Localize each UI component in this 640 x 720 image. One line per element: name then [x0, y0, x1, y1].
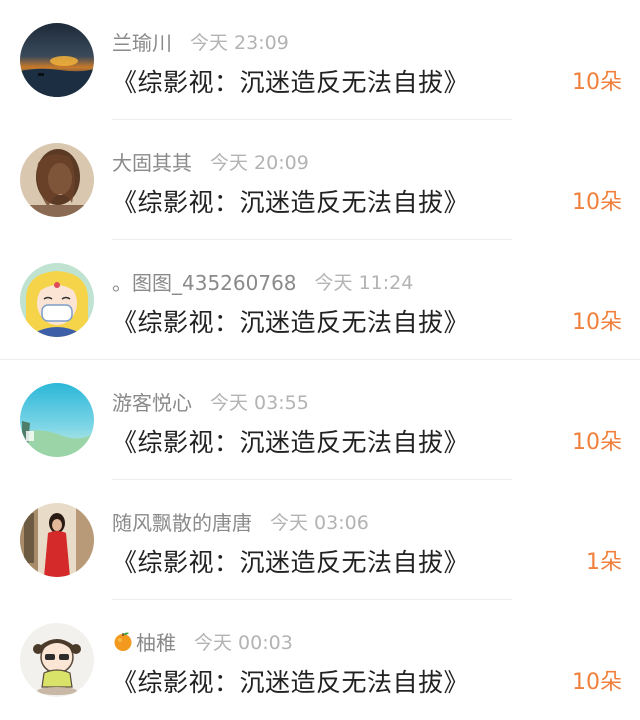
avatar[interactable] [20, 383, 94, 457]
timestamp: 今天 03:06 [270, 511, 369, 534]
list-item[interactable]: 柚稚 今天 00:03 《综影视：沉迷造反无法自拔》 10朵 [0, 600, 640, 720]
comment-header: 随风飘散的唐唐 今天 03:06 [112, 507, 369, 536]
list-item[interactable]: 兰瑜川 今天 23:09 《综影视：沉迷造反无法自拔》 10朵 [0, 0, 640, 120]
book-title[interactable]: 《综影视：沉迷造反无法自拔》 [112, 63, 469, 99]
avatar[interactable] [20, 263, 94, 337]
flower-count: 10朵 [572, 670, 622, 695]
flower-count: 10朵 [572, 310, 622, 335]
list-item[interactable]: 游客悦心 今天 03:55 《综影视：沉迷造反无法自拔》 10朵 [0, 360, 640, 480]
username[interactable]: 大固其其 [112, 147, 192, 176]
timestamp: 今天 11:24 [314, 271, 414, 294]
username[interactable]: 随风飘散的唐唐 [112, 507, 252, 536]
username[interactable]: 游客悦心 [112, 387, 192, 416]
comment-header: 游客悦心 今天 03:55 [112, 387, 309, 416]
comment-header: 柚稚 今天 00:03 [112, 627, 293, 656]
comment-header: 。图图_435260768 今天 11:24 [112, 267, 414, 296]
list-item[interactable]: 大固其其 今天 20:09 《综影视：沉迷造反无法自拔》 10朵 [0, 120, 640, 240]
avatar[interactable] [20, 23, 94, 97]
flower-count: 10朵 [572, 190, 622, 215]
book-title[interactable]: 《综影视：沉迷造反无法自拔》 [112, 423, 469, 459]
orange-fruit-icon [112, 630, 134, 652]
flower-count: 10朵 [572, 70, 622, 95]
username[interactable]: 柚稚 [136, 627, 176, 656]
username[interactable]: 。图图_435260768 [112, 267, 297, 296]
gift-comment-list: 兰瑜川 今天 23:09 《综影视：沉迷造反无法自拔》 10朵 大固其其 今天 … [0, 0, 640, 717]
timestamp: 今天 23:09 [190, 31, 289, 54]
book-title[interactable]: 《综影视：沉迷造反无法自拔》 [112, 183, 469, 219]
flower-count: 1朵 [586, 550, 622, 575]
flower-count: 10朵 [572, 430, 622, 455]
avatar[interactable] [20, 503, 94, 577]
book-title[interactable]: 《综影视：沉迷造反无法自拔》 [112, 663, 469, 699]
username[interactable]: 兰瑜川 [112, 27, 172, 56]
list-item[interactable]: 随风飘散的唐唐 今天 03:06 《综影视：沉迷造反无法自拔》 1朵 [0, 480, 640, 600]
book-title[interactable]: 《综影视：沉迷造反无法自拔》 [112, 543, 469, 579]
timestamp: 今天 03:55 [210, 391, 309, 414]
avatar[interactable] [20, 623, 94, 697]
timestamp: 今天 00:03 [194, 631, 293, 654]
timestamp: 今天 20:09 [210, 151, 309, 174]
book-title[interactable]: 《综影视：沉迷造反无法自拔》 [112, 303, 469, 339]
comment-header: 大固其其 今天 20:09 [112, 147, 309, 176]
avatar[interactable] [20, 143, 94, 217]
comment-header: 兰瑜川 今天 23:09 [112, 27, 289, 56]
list-item[interactable]: 。图图_435260768 今天 11:24 《综影视：沉迷造反无法自拔》 10… [0, 240, 640, 360]
